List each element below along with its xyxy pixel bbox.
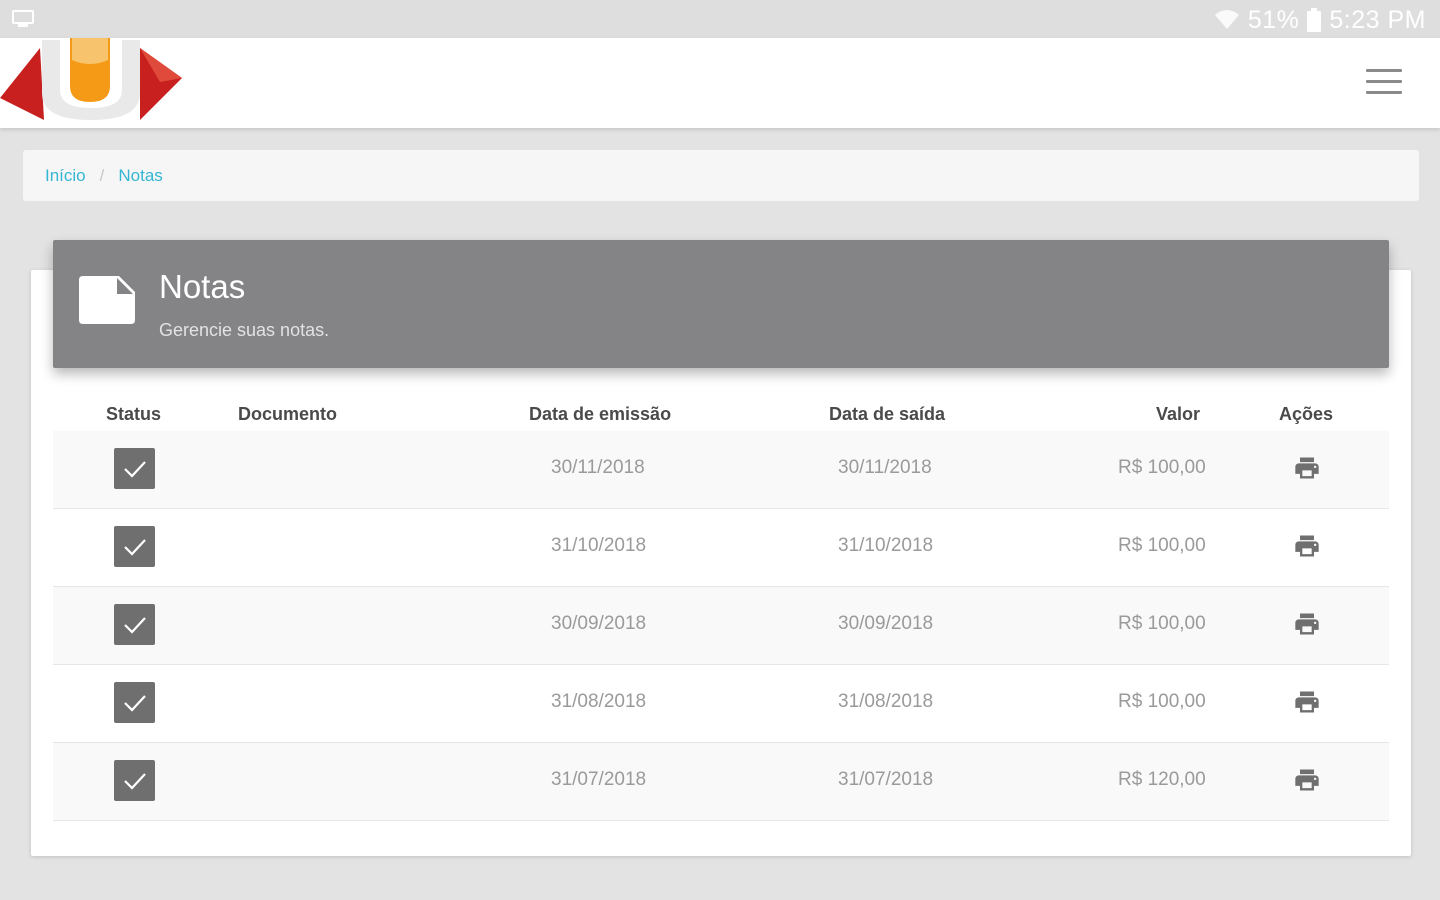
cast-icon — [12, 10, 34, 27]
status-bar-right: 51% 5:23 PM — [1214, 4, 1426, 36]
cell-data-emissao: 31/07/2018 — [551, 769, 647, 790]
print-icon[interactable] — [1293, 766, 1321, 794]
table-row: 30/09/2018 30/09/2018 R$ 100,00 — [53, 587, 1389, 665]
column-data-emissao: Data de emissão — [529, 404, 672, 424]
battery-icon — [1307, 8, 1322, 32]
cell-data-saida: 30/11/2018 — [838, 457, 932, 478]
breadcrumb-home-link[interactable]: Início — [45, 166, 86, 186]
card-header: Notas Gerencie suas notas. — [53, 240, 1389, 368]
cell-data-emissao: 31/08/2018 — [551, 691, 647, 712]
notes-table: Status Documento Data de emissão Data de… — [53, 398, 1389, 821]
page-title: Notas — [159, 268, 246, 305]
cell-valor: R$ 100,00 — [1118, 613, 1206, 634]
clock: 5:23 PM — [1329, 5, 1426, 34]
table-row: 31/08/2018 31/08/2018 R$ 100,00 — [53, 665, 1389, 743]
table-row: 31/10/2018 31/10/2018 R$ 100,00 — [53, 509, 1389, 587]
column-valor: Valor — [1156, 404, 1201, 424]
cell-valor: R$ 100,00 — [1118, 691, 1206, 712]
table-header: Status Documento Data de emissão Data de… — [53, 398, 1389, 431]
checkbox-checked-icon[interactable] — [114, 760, 155, 801]
print-icon[interactable] — [1293, 454, 1321, 482]
print-icon[interactable] — [1293, 688, 1321, 716]
cell-data-saida: 31/07/2018 — [838, 769, 934, 790]
column-data-saida: Data de saída — [829, 404, 946, 424]
cell-valor: R$ 120,00 — [1118, 769, 1206, 790]
column-status: Status — [106, 404, 162, 424]
cell-valor: R$ 100,00 — [1118, 535, 1206, 556]
checkbox-checked-icon[interactable] — [114, 682, 155, 723]
breadcrumb: Início / Notas — [23, 150, 1419, 201]
print-icon[interactable] — [1293, 532, 1321, 560]
checkbox-checked-icon[interactable] — [114, 604, 155, 645]
hamburger-menu-icon[interactable] — [1366, 69, 1404, 95]
checkbox-checked-icon[interactable] — [114, 526, 155, 567]
breadcrumb-separator: / — [99, 165, 105, 185]
table-row: 31/07/2018 31/07/2018 R$ 120,00 — [53, 743, 1389, 821]
status-bar: 51% 5:23 PM — [0, 0, 1440, 38]
cell-data-saida: 31/08/2018 — [838, 691, 934, 712]
table-row: 30/11/2018 30/11/2018 R$ 100,00 — [53, 431, 1389, 509]
cell-data-saida: 30/09/2018 — [838, 613, 934, 634]
cell-data-emissao: 30/09/2018 — [551, 613, 647, 634]
print-icon[interactable] — [1293, 610, 1321, 638]
column-acoes: Ações — [1279, 404, 1334, 424]
cell-data-emissao: 31/10/2018 — [551, 535, 647, 556]
wifi-icon — [1214, 10, 1239, 29]
document-icon — [79, 276, 135, 324]
app-bar — [0, 38, 1440, 128]
cell-data-saida: 31/10/2018 — [838, 535, 934, 556]
battery-percent: 51% — [1247, 5, 1300, 34]
column-documento: Documento — [238, 404, 337, 424]
checkbox-checked-icon[interactable] — [114, 448, 155, 489]
page-subtitle: Gerencie suas notas. — [159, 320, 330, 340]
app-logo[interactable] — [0, 38, 184, 124]
cell-data-emissao: 30/11/2018 — [551, 457, 645, 478]
cell-valor: R$ 100,00 — [1118, 457, 1206, 478]
breadcrumb-notas-link[interactable]: Notas — [118, 166, 162, 186]
